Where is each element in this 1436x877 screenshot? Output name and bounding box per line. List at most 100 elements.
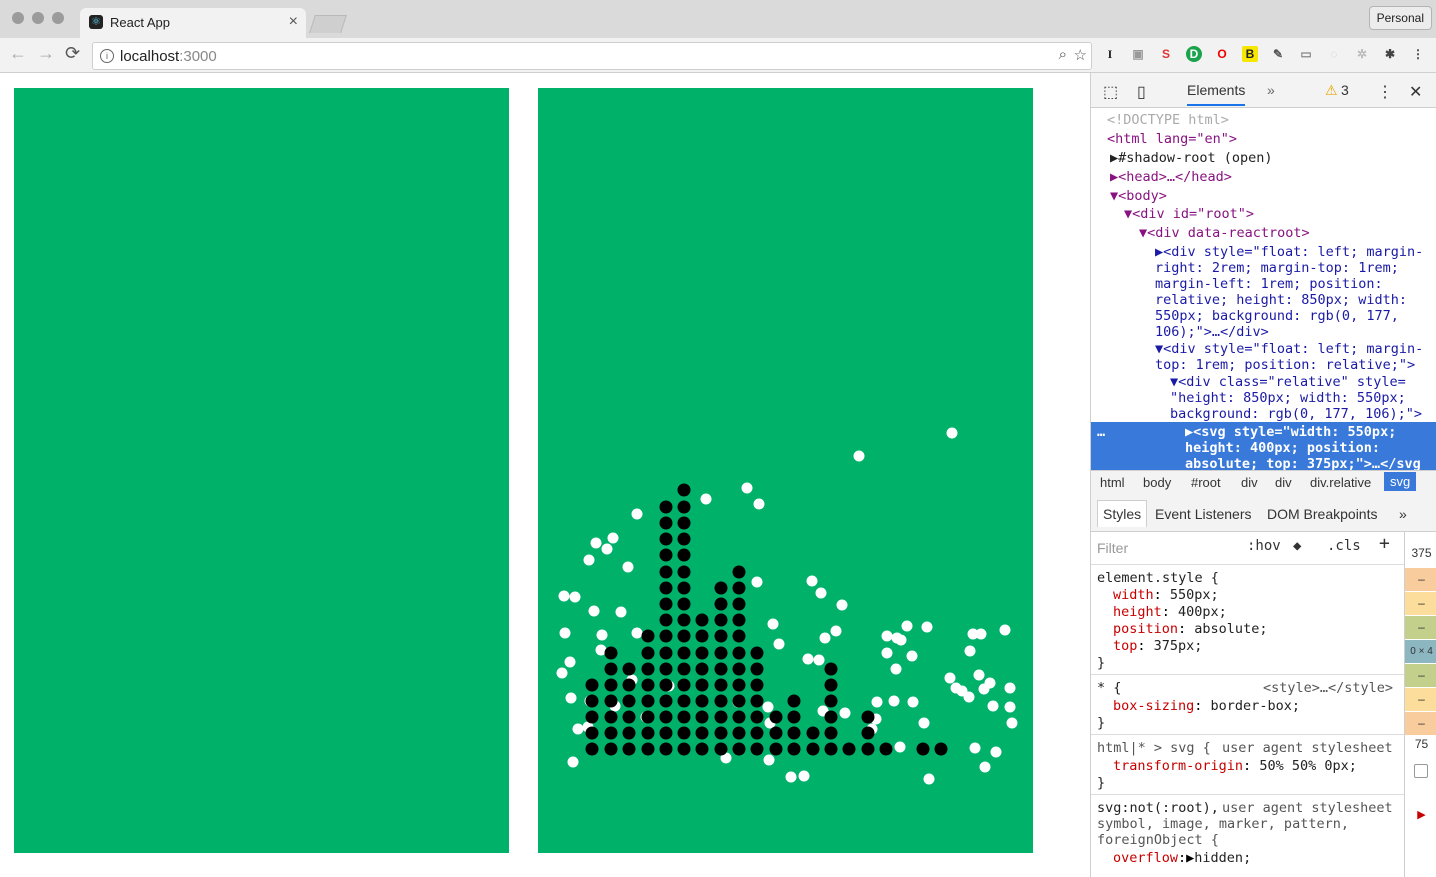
white-dot <box>973 669 985 681</box>
show-all-checkbox[interactable] <box>1414 764 1428 778</box>
warning-icon[interactable]: ⚠ <box>1325 82 1338 99</box>
inspect-element-icon[interactable]: ⬚ <box>1103 82 1118 102</box>
black-dot <box>585 742 599 756</box>
browser-tab[interactable]: ⚛ React App × <box>80 8 306 38</box>
forward-icon[interactable]: → <box>37 43 55 64</box>
black-dot <box>677 516 691 530</box>
bug-extension-icon[interactable]: ✱ <box>1382 46 1398 62</box>
browser-menu-icon[interactable]: ⋮ <box>1410 46 1426 62</box>
rule-origin-link[interactable]: <style>…</style> <box>1263 680 1393 697</box>
dom-node[interactable]: ▶<div style="float: left; margin- <box>1155 244 1423 260</box>
dom-node[interactable]: ▼<div data-reactroot> <box>1139 225 1310 241</box>
color-format-icon[interactable]: ◆ <box>1293 538 1301 555</box>
black-dot <box>695 662 709 676</box>
crumb-root[interactable]: #root <box>1191 475 1221 490</box>
dom-node[interactable]: <!DOCTYPE html> <box>1107 112 1229 128</box>
cast-icon[interactable]: ▭ <box>1298 46 1314 62</box>
pin-extension-icon[interactable]: ✎ <box>1270 46 1286 62</box>
s-extension-icon[interactable]: S <box>1158 46 1174 62</box>
dom-node[interactable]: <html lang="en"> <box>1107 131 1237 147</box>
dom-node[interactable]: ▶#shadow-root (open) <box>1110 150 1273 166</box>
crumb-body[interactable]: body <box>1143 475 1171 490</box>
box-model-padding-bottom[interactable]: – <box>1405 664 1436 687</box>
dom-node[interactable]: ▶<head>…</head> <box>1110 169 1232 185</box>
box-model-content-size[interactable]: 0 × 4 <box>1405 640 1436 663</box>
crumb-svg[interactable]: svg <box>1384 472 1417 491</box>
dom-node[interactable]: ▼<body> <box>1110 188 1167 204</box>
back-icon[interactable]: ← <box>9 43 27 64</box>
box-model-border-bottom[interactable]: – <box>1405 688 1436 711</box>
instapaper-extension-icon[interactable]: I <box>1102 46 1118 62</box>
more-tabs-icon[interactable]: » <box>1267 82 1275 98</box>
black-dot <box>750 726 764 740</box>
tab-styles[interactable]: Styles <box>1097 500 1148 527</box>
hov-button[interactable]: :hov <box>1247 538 1281 555</box>
box-model-margin[interactable]: – <box>1405 568 1436 591</box>
new-rule-button[interactable]: + <box>1379 535 1390 553</box>
zoom-icon[interactable]: ⌕ <box>1059 46 1067 63</box>
warning-count[interactable]: 3 <box>1341 82 1349 98</box>
info-icon[interactable]: i <box>100 49 114 63</box>
profile-button[interactable]: Personal <box>1368 6 1432 30</box>
white-dot <box>559 627 571 639</box>
gear-extension-icon[interactable]: ✲ <box>1354 46 1370 62</box>
black-dot <box>585 710 599 724</box>
reload-icon[interactable]: ⟳ <box>65 43 80 64</box>
box-model-padding[interactable]: – <box>1405 616 1436 639</box>
white-dot <box>890 663 902 675</box>
close-window-icon[interactable] <box>12 12 24 24</box>
device-toolbar-icon[interactable]: ▯ <box>1137 82 1146 102</box>
css-declaration[interactable]: box-sizing: border-box; <box>1113 698 1300 715</box>
devtools-toolbar: ⬚ ▯ Elements » ⚠ 3 ⋮ ✕ <box>1091 73 1436 108</box>
close-devtools-icon[interactable]: ✕ <box>1409 82 1422 102</box>
black-dot <box>714 694 728 708</box>
black-dot <box>677 565 691 579</box>
dom-node[interactable]: ▼<div style="float: left; margin- <box>1155 341 1423 357</box>
devtools-menu-icon[interactable]: ⋮ <box>1377 82 1393 102</box>
crumb-div[interactable]: div <box>1241 475 1258 490</box>
cls-button[interactable]: .cls <box>1327 538 1361 555</box>
more-subtabs-icon[interactable]: » <box>1399 506 1407 522</box>
crumb-div-relative[interactable]: div.relative <box>1310 475 1371 490</box>
dom-node[interactable]: ▼<div id="root"> <box>1124 206 1254 222</box>
filter-input[interactable]: Filter <box>1097 540 1128 557</box>
black-dot <box>824 742 838 756</box>
crumb-html[interactable]: html <box>1100 475 1125 490</box>
d-extension-icon[interactable]: D <box>1186 46 1202 62</box>
black-dot <box>585 726 599 740</box>
black-dot <box>714 581 728 595</box>
dom-node[interactable]: ▼<div class="relative" style= <box>1170 374 1406 390</box>
css-declaration[interactable]: top: 375px; <box>1113 638 1202 655</box>
maximize-window-icon[interactable] <box>52 12 64 24</box>
box-model-margin-bottom[interactable]: – <box>1405 712 1436 735</box>
tab-elements[interactable]: Elements <box>1187 82 1246 106</box>
minimize-window-icon[interactable] <box>32 12 44 24</box>
box-model-border[interactable]: – <box>1405 592 1436 615</box>
dom-node-cont: 550px; background: rgb(0, 177, <box>1155 308 1399 324</box>
rule-close: } <box>1097 775 1106 791</box>
new-tab-button[interactable] <box>309 15 347 33</box>
camera-extension-icon[interactable]: ▣ <box>1130 46 1146 62</box>
address-bar[interactable]: i localhost:3000 ⌕ ☆ <box>92 42 1092 70</box>
selected-dom-node[interactable]: … ▶<svg style="width: 550px; height: 400… <box>1091 422 1436 472</box>
css-declaration[interactable]: width: 550px; <box>1113 587 1219 604</box>
black-dot <box>732 694 746 708</box>
opera-extension-icon[interactable]: O <box>1214 46 1230 62</box>
tab-dom-breakpoints[interactable]: DOM Breakpoints <box>1267 506 1377 522</box>
styles-subtabs: Styles Event Listeners DOM Breakpoints » <box>1091 495 1436 532</box>
computed-prop-arrow-icon[interactable]: ▶ <box>1405 804 1436 827</box>
white-dot <box>979 761 991 773</box>
css-declaration[interactable]: height: 400px; <box>1113 604 1227 621</box>
crumb-div[interactable]: div <box>1275 475 1292 490</box>
tab-event-listeners[interactable]: Event Listeners <box>1155 506 1252 522</box>
box-model-bottom[interactable]: 75 <box>1405 733 1436 756</box>
black-dot <box>750 646 764 660</box>
white-dot <box>1004 701 1016 713</box>
css-declaration[interactable]: position: absolute; <box>1113 621 1267 638</box>
bookmark-star-icon[interactable]: ☆ <box>1074 46 1087 64</box>
circle-extension-icon[interactable]: ◌ <box>1326 46 1342 62</box>
tab-close-icon[interactable]: × <box>289 13 298 31</box>
box-model-top[interactable]: 375 <box>1405 542 1436 565</box>
b-extension-icon[interactable]: B <box>1242 46 1258 62</box>
white-dot <box>741 482 753 494</box>
